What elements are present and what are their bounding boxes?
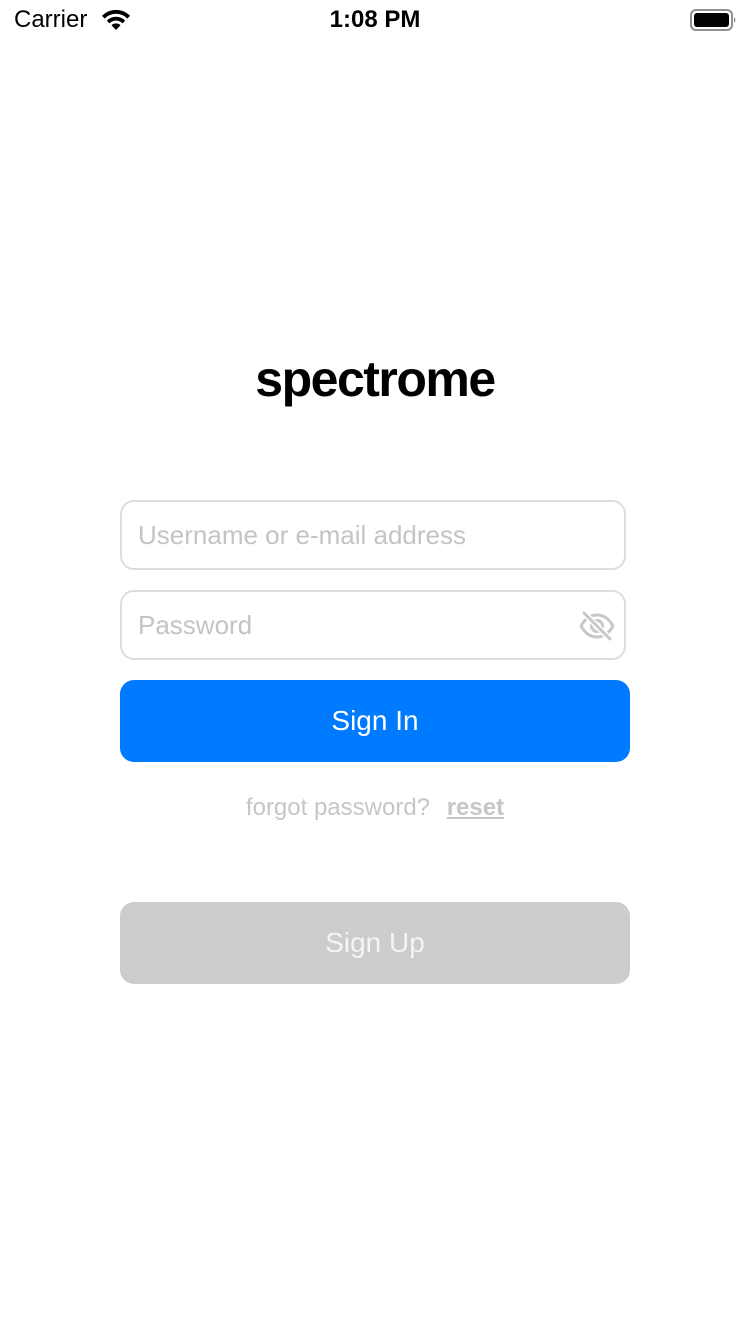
status-bar: Carrier 1:08 PM	[0, 0, 750, 40]
password-input[interactable]	[138, 592, 578, 658]
password-field-container	[120, 590, 626, 660]
app-logo: spectrome	[255, 351, 496, 407]
forgot-password-label: forgot password?	[245, 794, 431, 821]
sign-in-button[interactable]: Sign In	[120, 680, 630, 762]
status-time: 1:08 PM	[329, 6, 421, 33]
reset-password-link[interactable]: reset	[447, 794, 504, 821]
username-field-container	[120, 500, 626, 570]
eye-slash-icon[interactable]	[578, 610, 616, 642]
forgot-password-row: forgot password? reset	[0, 792, 750, 824]
sign-up-button[interactable]: Sign Up	[120, 902, 630, 984]
battery-full-icon	[690, 8, 738, 32]
username-input[interactable]	[138, 502, 578, 568]
